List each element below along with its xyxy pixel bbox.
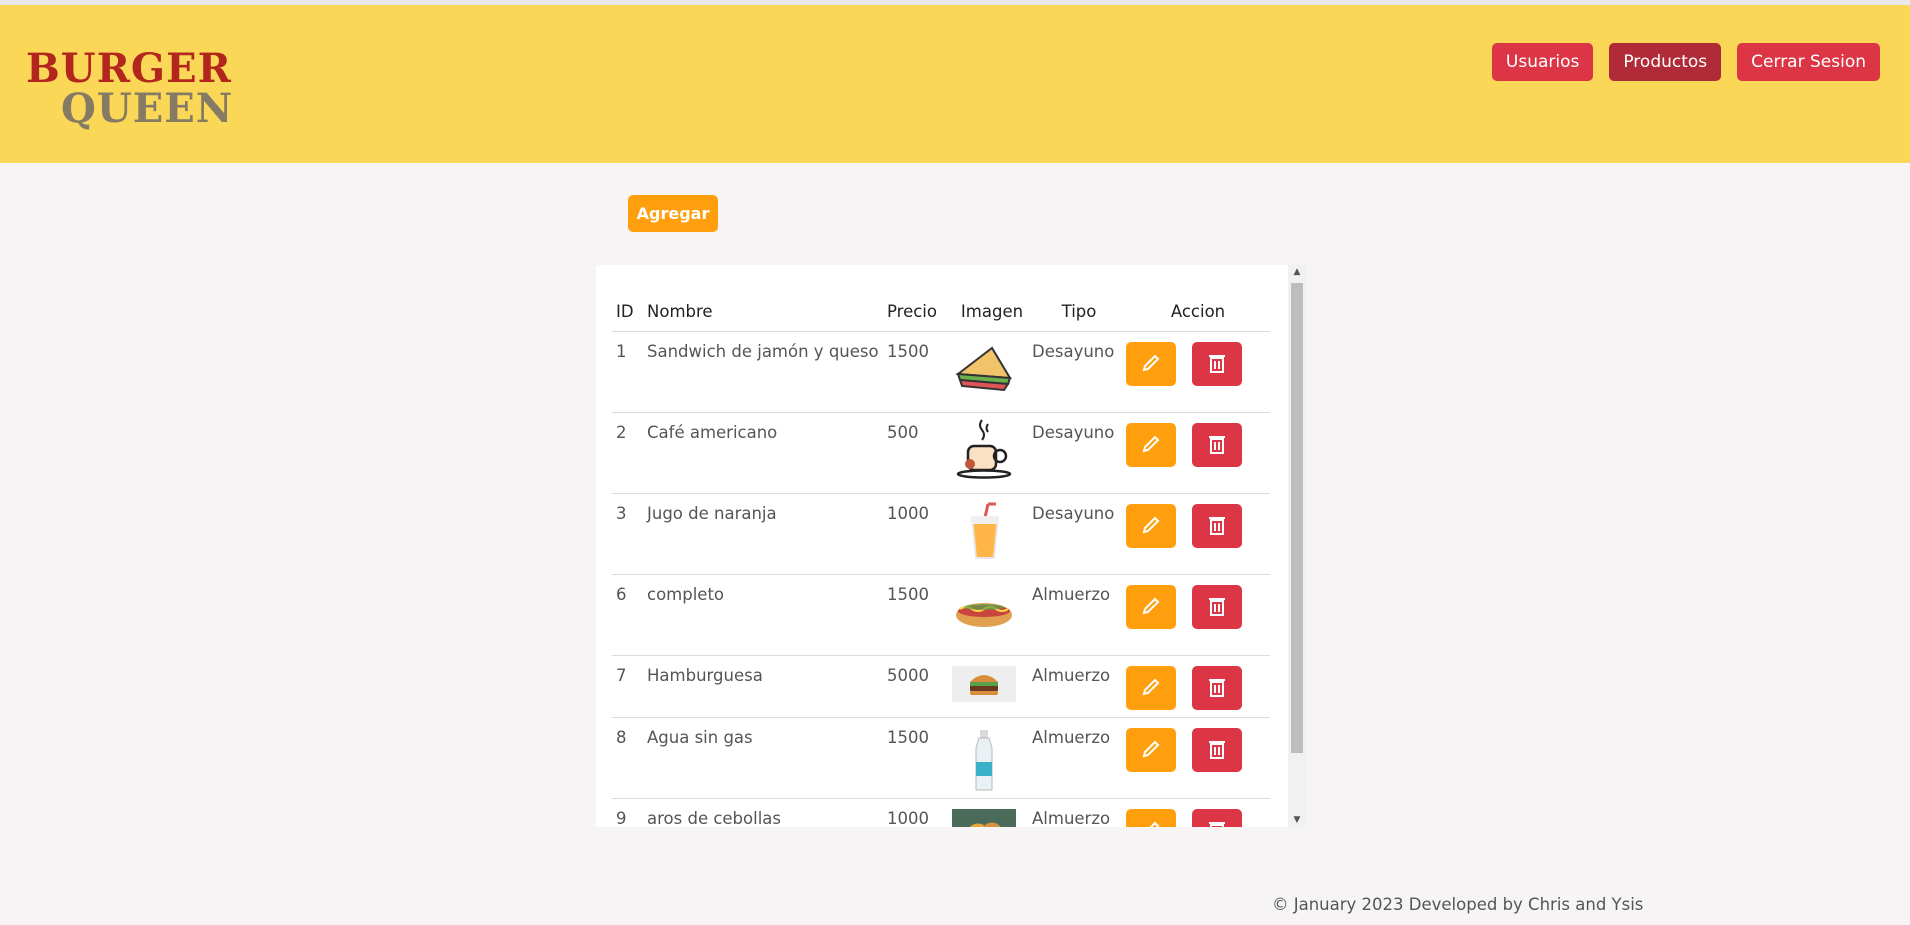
pencil-icon [1141, 820, 1161, 827]
burger-icon [952, 666, 1016, 702]
cell-id: 2 [612, 412, 647, 494]
table-scrollbar[interactable]: ▲ ▼ [1288, 265, 1306, 827]
juice-icon [952, 502, 1016, 559]
coffee-cup-icon [952, 419, 1016, 479]
cell-type: Almuerzo [1032, 655, 1126, 718]
pencil-icon [1141, 353, 1161, 376]
edit-button[interactable] [1126, 504, 1176, 548]
table-row: 1 Sandwich de jamón y queso 1500 Desayun… [612, 331, 1270, 413]
sandwich-icon [952, 342, 1016, 394]
cell-name: Sandwich de jamón y queso [647, 331, 887, 413]
header-price: Precio [887, 301, 952, 332]
cell-id: 1 [612, 331, 647, 413]
footer-text: © January 2023 Developed by Chris and Ys… [1272, 895, 1644, 914]
header-action: Accion [1126, 301, 1270, 332]
cell-id: 6 [612, 574, 647, 656]
main-nav: Usuarios Productos Cerrar Sesion [1491, 43, 1880, 81]
delete-button[interactable] [1192, 585, 1242, 629]
trash-icon [1208, 515, 1226, 538]
cell-price: 5000 [887, 655, 952, 718]
trash-icon [1208, 596, 1226, 619]
table-row: 8 Agua sin gas 1500 Almuerzo [612, 717, 1270, 799]
trash-icon [1208, 434, 1226, 457]
edit-button[interactable] [1126, 809, 1176, 827]
table-row: 7 Hamburguesa 5000 Almuerzo [612, 655, 1270, 718]
cell-type: Almuerzo [1032, 717, 1126, 799]
trash-icon [1208, 820, 1226, 827]
header-type: Tipo [1032, 301, 1126, 332]
trash-icon [1208, 677, 1226, 700]
water-bottle-icon [952, 728, 1016, 794]
delete-button[interactable] [1192, 504, 1242, 548]
pencil-icon [1141, 596, 1161, 619]
logout-button[interactable]: Cerrar Sesion [1737, 43, 1880, 81]
nav-usuarios-button[interactable]: Usuarios [1491, 43, 1594, 81]
edit-button[interactable] [1126, 666, 1176, 710]
cell-type: Desayuno [1032, 493, 1126, 575]
cell-price: 1000 [887, 798, 952, 827]
cell-type: Desayuno [1032, 331, 1126, 413]
trash-icon [1208, 739, 1226, 762]
add-product-button[interactable]: Agregar [628, 195, 718, 232]
cell-type: Almuerzo [1032, 574, 1126, 656]
cell-price: 1500 [887, 574, 952, 656]
pencil-icon [1141, 677, 1161, 700]
scrollbar-thumb[interactable] [1291, 283, 1303, 753]
cell-price: 1500 [887, 717, 952, 799]
cell-name: Jugo de naranja [647, 493, 887, 575]
cell-name: Hamburguesa [647, 655, 887, 718]
table-row: 3 Jugo de naranja 1000 Desayuno [612, 493, 1270, 575]
cell-type: Desayuno [1032, 412, 1126, 494]
cell-name: Agua sin gas [647, 717, 887, 799]
cell-price: 1000 [887, 493, 952, 575]
pencil-icon [1141, 434, 1161, 457]
delete-button[interactable] [1192, 728, 1242, 772]
table-row: 6 completo 1500 Almuerzo [612, 574, 1270, 656]
cell-id: 8 [612, 717, 647, 799]
table-row: 2 Café americano 500 Desayuno [612, 412, 1270, 494]
edit-button[interactable] [1126, 342, 1176, 386]
onion-rings-icon [952, 809, 1016, 827]
pencil-icon [1141, 515, 1161, 538]
delete-button[interactable] [1192, 342, 1242, 386]
cell-price: 1500 [887, 331, 952, 413]
edit-button[interactable] [1126, 728, 1176, 772]
scroll-down-arrow-icon[interactable]: ▼ [1288, 813, 1306, 827]
trash-icon [1208, 353, 1226, 376]
table-header-row: ID Nombre Precio Imagen Tipo Accion [612, 301, 1270, 332]
edit-button[interactable] [1126, 585, 1176, 629]
edit-button[interactable] [1126, 423, 1176, 467]
delete-button[interactable] [1192, 809, 1242, 827]
products-table: ID Nombre Precio Imagen Tipo Accion 1 Sa… [612, 301, 1270, 827]
cell-type: Almuerzo [1032, 798, 1126, 827]
cell-name: completo [647, 574, 887, 656]
brand-line-2: QUEEN [61, 85, 234, 132]
cell-name: Café americano [647, 412, 887, 494]
cell-id: 9 [612, 798, 647, 827]
header-name: Nombre [647, 301, 887, 332]
scroll-up-arrow-icon[interactable]: ▲ [1288, 265, 1306, 279]
hotdog-icon [952, 585, 1016, 637]
header: BURGER QUEEN Usuarios Productos Cerrar S… [0, 5, 1910, 163]
pencil-icon [1141, 739, 1161, 762]
brand-logo: BURGER QUEEN [26, 45, 232, 135]
cell-id: 3 [612, 493, 647, 575]
table-row: 9 aros de cebollas 1000 Almuerzo [612, 798, 1270, 827]
cell-id: 7 [612, 655, 647, 718]
header-image: Imagen [952, 301, 1032, 332]
header-id: ID [612, 301, 647, 332]
products-panel: ID Nombre Precio Imagen Tipo Accion 1 Sa… [596, 265, 1288, 827]
cell-price: 500 [887, 412, 952, 494]
cell-name: aros de cebollas [647, 798, 887, 827]
delete-button[interactable] [1192, 423, 1242, 467]
nav-productos-button[interactable]: Productos [1609, 43, 1722, 81]
delete-button[interactable] [1192, 666, 1242, 710]
